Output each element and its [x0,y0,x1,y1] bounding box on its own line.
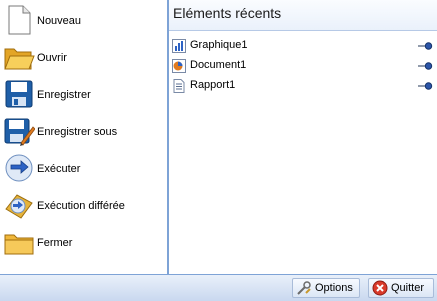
recent-items-panel: Eléments récents Graphique1 Document1 Ra… [169,0,437,274]
application-menu-panel: Nouveau Ouvrir Enregistrer Enregistrer s… [0,0,437,301]
pin-icon[interactable] [417,39,433,53]
options-tools-icon [296,280,312,296]
menu-item-fermer[interactable]: Fermer [0,224,167,261]
save-as-icon [3,115,36,147]
quit-button[interactable]: Quitter [368,278,434,298]
recent-item-label: Graphique1 [190,39,248,51]
recent-item-document1[interactable]: Document1 [169,56,437,76]
document-icon [171,58,187,74]
menu-item-label: Ouvrir [37,51,67,64]
save-disk-icon [3,78,35,110]
menu-item-label: Exécution différée [37,199,125,212]
close-folder-icon [3,226,35,258]
scheduled-run-icon [3,189,35,221]
options-button[interactable]: Options [292,278,360,298]
pin-icon[interactable] [417,59,433,73]
quit-button-label: Quitter [391,282,425,294]
recent-items-header: Eléments récents [169,0,437,31]
close-x-icon [372,280,388,296]
menu-item-execution-differee[interactable]: Exécution différée [0,187,167,224]
recent-item-rapport1[interactable]: Rapport1 [169,76,437,96]
file-menu-commands: Nouveau Ouvrir Enregistrer Enregistrer s… [0,0,169,274]
new-document-icon [3,4,35,36]
report-icon [171,78,187,94]
menu-item-label: Fermer [37,236,73,249]
chart-document-icon [171,38,187,54]
menu-item-enregistrer-sous[interactable]: Enregistrer sous [0,113,167,150]
recent-item-graphique1[interactable]: Graphique1 [169,36,437,56]
open-folder-icon [3,41,35,73]
menu-item-ouvrir[interactable]: Ouvrir [0,39,167,76]
options-button-label: Options [315,282,353,294]
pin-icon[interactable] [417,79,433,93]
run-arrow-icon [3,152,35,184]
recent-items-title: Eléments récents [173,5,282,21]
footer-bar: Options Quitter [0,274,437,301]
menu-item-executer[interactable]: Exécuter [0,150,167,187]
menu-item-enregistrer[interactable]: Enregistrer [0,76,167,113]
menu-item-nouveau[interactable]: Nouveau [0,2,167,39]
menu-item-label: Exécuter [37,162,81,175]
menu-item-label: Enregistrer sous [37,125,118,138]
menu-item-label: Enregistrer [37,88,91,101]
recent-item-label: Rapport1 [190,79,236,91]
recent-item-label: Document1 [190,59,247,71]
menu-item-label: Nouveau [37,14,82,27]
